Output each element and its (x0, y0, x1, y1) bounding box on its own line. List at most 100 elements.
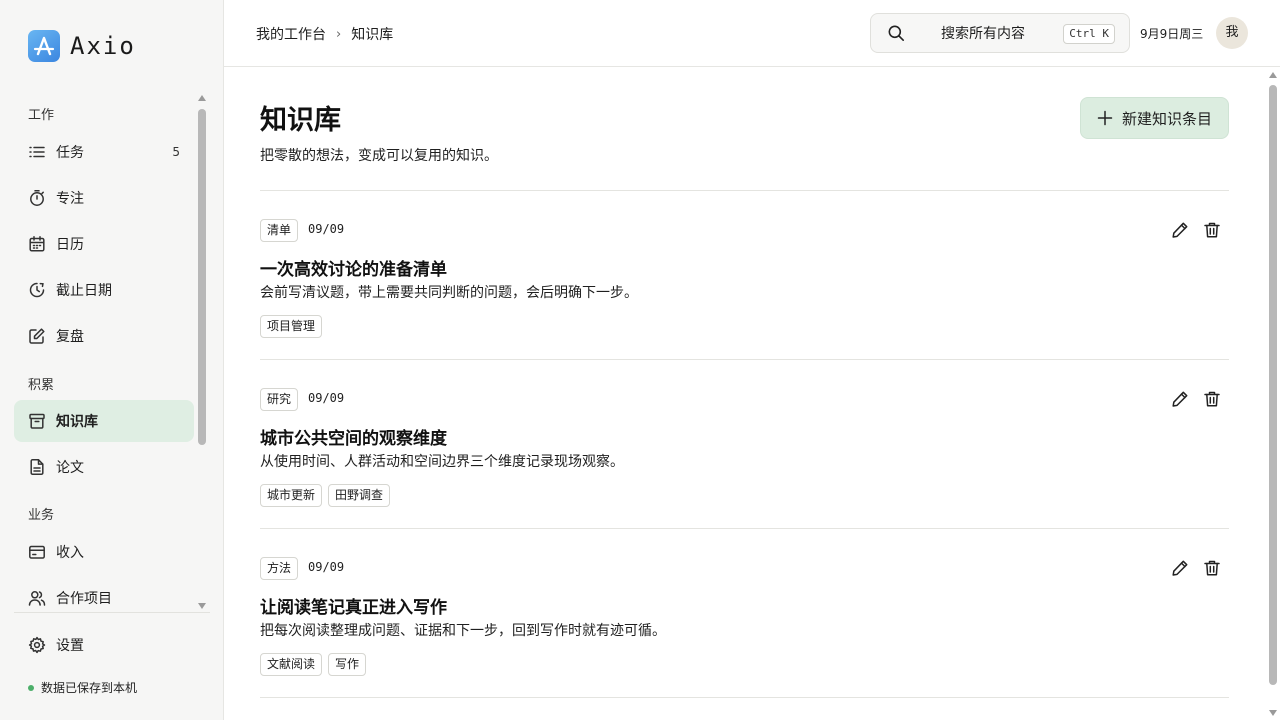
header-divider (260, 190, 1229, 191)
breadcrumb-separator: › (336, 26, 342, 42)
sidebar-item-label: 合作项目 (56, 591, 112, 607)
tag[interactable]: 文献阅读 (260, 653, 323, 676)
search-input[interactable]: 搜索所有内容 Ctrl K (870, 13, 1130, 53)
tag[interactable]: 城市更新 (260, 484, 323, 507)
pencil-icon (1171, 559, 1189, 577)
users-icon (28, 589, 46, 607)
wallet-icon (28, 543, 46, 561)
entry-description: 会前写清议题，带上需要共同判断的问题，会后明确下一步。 (260, 285, 638, 301)
sidebar-item-review[interactable]: 复盘 (14, 315, 194, 357)
sidebar: Axio 工作 任务 5 专注 日历 截止日期 复盘 积累 知识库 论文 业务 … (0, 0, 224, 720)
edit-button[interactable] (1169, 388, 1191, 410)
knowledge-entry[interactable]: 方法 09/09 让阅读笔记真正进入写作 把每次阅读整理成问题、证据和下一步，回… (260, 557, 1229, 720)
shortcut-hint: Ctrl K (1063, 24, 1115, 44)
tag[interactable]: 项目管理 (260, 315, 323, 338)
entry-tags: 城市更新 田野调查 (260, 484, 396, 507)
breadcrumb-current: 知识库 (351, 27, 394, 43)
scrollbar-thumb[interactable] (198, 109, 206, 445)
entry-divider (260, 528, 1229, 529)
search-placeholder: 搜索所有内容 (941, 26, 1025, 42)
knowledge-entry[interactable]: 研究 09/09 城市公共空间的观察维度 从使用时间、人群活动和空间边界三个维度… (260, 388, 1229, 557)
archive-icon (28, 412, 46, 430)
gear-icon (28, 636, 46, 654)
sidebar-item-knowledge[interactable]: 知识库 (14, 400, 194, 442)
save-status: 数据已保存到本机 (28, 679, 137, 696)
search-icon (887, 24, 905, 42)
avatar[interactable]: 我 (1216, 17, 1248, 49)
entry-title[interactable]: 让阅读笔记真正进入写作 (260, 593, 447, 618)
breadcrumb-home[interactable]: 我的工作台 (256, 24, 326, 44)
sidebar-item-label: 收入 (56, 545, 84, 561)
page-title: 知识库 (260, 105, 341, 136)
tag[interactable]: 写作 (328, 653, 367, 676)
delete-button[interactable] (1201, 219, 1223, 241)
entry-date: 09/09 (308, 391, 345, 405)
status-dot-icon (28, 684, 34, 691)
current-date: 9月9日周三 (1140, 27, 1204, 41)
sidebar-item-income[interactable]: 收入 (14, 531, 194, 573)
nav-section-business: 业务 (28, 508, 55, 523)
tag[interactable]: 田野调查 (328, 484, 391, 507)
new-entry-button[interactable]: 新建知识条目 (1080, 97, 1229, 139)
sidebar-item-papers[interactable]: 论文 (14, 446, 194, 488)
brand[interactable]: Axio (28, 30, 136, 62)
list-icon (28, 143, 46, 161)
sidebar-item-settings[interactable]: 设置 (14, 624, 194, 666)
plus-icon (1097, 110, 1113, 126)
scrollbar-thumb[interactable] (1269, 85, 1277, 685)
sidebar-footer-divider (14, 612, 210, 613)
timer-icon (28, 189, 46, 207)
delete-button[interactable] (1201, 388, 1223, 410)
category-tag: 清单 (260, 219, 299, 242)
pencil-icon (1171, 390, 1189, 408)
sidebar-item-deadlines[interactable]: 截止日期 (14, 269, 194, 311)
scroll-down-arrow-icon[interactable] (198, 603, 206, 609)
scroll-up-arrow-icon[interactable] (1269, 72, 1277, 78)
page-subtitle: 把零散的想法，变成可以复用的知识。 (260, 148, 498, 164)
edit-button[interactable] (1169, 557, 1191, 579)
trash-icon (1203, 221, 1221, 239)
sidebar-item-calendar[interactable]: 日历 (14, 223, 194, 265)
sidebar-item-label: 设置 (56, 638, 84, 654)
sidebar-item-partnerships[interactable]: 合作项目 (14, 577, 194, 612)
deadline-clock-icon (28, 281, 46, 299)
sidebar-item-label: 复盘 (56, 329, 84, 345)
entry-tags: 文献阅读 写作 (260, 653, 372, 676)
entry-description: 把每次阅读整理成问题、证据和下一步，回到写作时就有迹可循。 (260, 623, 666, 639)
edit-button[interactable] (1169, 219, 1191, 241)
document-icon (28, 458, 46, 476)
save-status-text: 数据已保存到本机 (41, 681, 138, 695)
scroll-up-arrow-icon[interactable] (198, 95, 206, 101)
trash-icon (1203, 390, 1221, 408)
entry-date: 09/09 (308, 222, 345, 236)
entry-description: 从使用时间、人群活动和空间边界三个维度记录现场观察。 (260, 454, 624, 470)
calendar-icon (28, 235, 46, 253)
sidebar-item-label: 任务 (56, 145, 84, 161)
sidebar-nav: 工作 任务 5 专注 日历 截止日期 复盘 积累 知识库 论文 业务 收入 合作… (0, 90, 210, 612)
knowledge-entry[interactable]: 清单 09/09 一次高效讨论的准备清单 会前写清议题，带上需要共同判断的问题，… (260, 219, 1229, 388)
sidebar-item-label: 日历 (56, 237, 84, 253)
entry-divider (260, 697, 1229, 698)
delete-button[interactable] (1201, 557, 1223, 579)
entry-divider (260, 359, 1229, 360)
entry-title[interactable]: 一次高效讨论的准备清单 (260, 255, 447, 280)
breadcrumb: 我的工作台 › 知识库 (256, 24, 393, 44)
nav-section-work: 工作 (28, 108, 55, 123)
sidebar-item-label: 专注 (56, 191, 84, 207)
app-logo-icon (28, 30, 60, 62)
entry-tags: 项目管理 (260, 315, 328, 338)
category-tag: 研究 (260, 388, 299, 411)
scroll-down-arrow-icon[interactable] (1269, 710, 1277, 716)
sidebar-item-tasks[interactable]: 任务 5 (14, 131, 194, 173)
new-entry-label: 新建知识条目 (1121, 109, 1212, 128)
entry-date: 09/09 (308, 560, 345, 574)
top-bar: 我的工作台 › 知识库 搜索所有内容 Ctrl K 9月9日周三 我 (224, 0, 1280, 67)
sidebar-item-focus[interactable]: 专注 (14, 177, 194, 219)
trash-icon (1203, 559, 1221, 577)
main-scrollbar[interactable] (1266, 67, 1280, 720)
task-count-badge: 5 (172, 145, 180, 159)
sidebar-item-label: 知识库 (56, 414, 98, 430)
category-tag: 方法 (260, 557, 299, 580)
entry-title[interactable]: 城市公共空间的观察维度 (260, 424, 447, 449)
sidebar-scrollbar[interactable] (195, 92, 209, 612)
